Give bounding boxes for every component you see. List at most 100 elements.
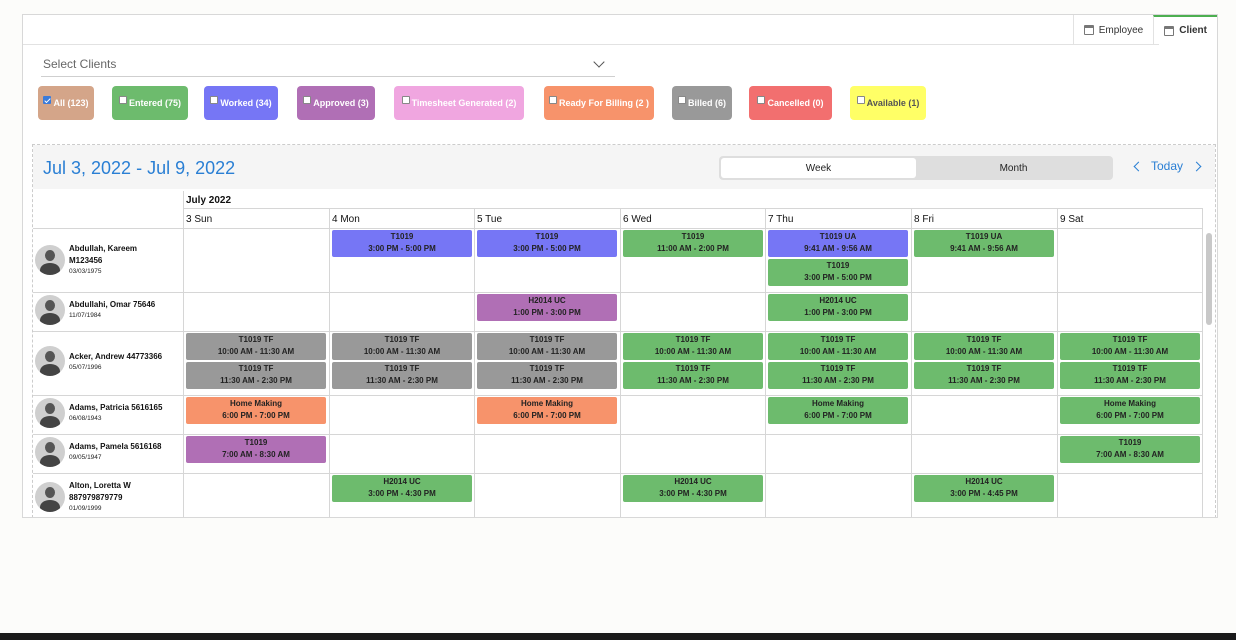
filter-label: Approved (3) — [313, 98, 369, 108]
event-time: 11:30 AM - 2:30 PM — [657, 376, 729, 385]
schedule-event[interactable]: T1019 TF 10:00 AM - 11:30 AM — [332, 333, 472, 360]
event-time: 3:00 PM - 4:30 PM — [368, 489, 436, 498]
month-view-button[interactable]: Month — [916, 158, 1111, 178]
avatar — [35, 346, 65, 376]
event-code: T1019 — [244, 438, 268, 447]
schedule-event[interactable]: T1019 TF 11:30 AM - 2:30 PM — [477, 362, 617, 389]
event-time: 11:30 AM - 2:30 PM — [220, 376, 292, 385]
day-header: 8 Fri — [914, 214, 934, 225]
schedule-event[interactable]: Home Making 6:00 PM - 7:00 PM — [186, 397, 326, 424]
client-row-header[interactable]: Alton, Loretta W 887979879779 01/09/1999 — [35, 480, 180, 513]
event-code: T1019 TF — [966, 335, 1002, 344]
schedule-event[interactable]: T1019 TF 10:00 AM - 11:30 AM — [1060, 333, 1200, 360]
client-row-header[interactable]: Abdullah, Kareem M123456 03/03/1975 — [35, 243, 180, 276]
schedule-event[interactable]: T1019 TF 10:00 AM - 11:30 AM — [768, 333, 908, 360]
schedule-event[interactable]: T1019 7:00 AM - 8:30 AM — [186, 436, 326, 463]
schedule-event[interactable]: T1019 TF 11:30 AM - 2:30 PM — [768, 362, 908, 389]
grid-column-line — [620, 208, 621, 517]
event-time: 3:00 PM - 5:00 PM — [368, 244, 436, 253]
day-header: 6 Wed — [623, 214, 652, 225]
previous-week-icon[interactable] — [1133, 161, 1144, 172]
grid-scrollbar[interactable] — [1206, 233, 1212, 325]
schedule-event[interactable]: Home Making 6:00 PM - 7:00 PM — [1060, 397, 1200, 424]
schedule-event[interactable]: T1019 TF 11:30 AM - 2:30 PM — [1060, 362, 1200, 389]
event-time: 10:00 AM - 11:30 AM — [217, 347, 295, 356]
filter-checkbox[interactable] — [856, 96, 865, 104]
schedule-event[interactable]: T1019 TF 10:00 AM - 11:30 AM — [623, 333, 763, 360]
filter-timesheet[interactable]: Timesheet Generated (2) — [394, 86, 524, 120]
schedule-event[interactable]: T1019 TF 10:00 AM - 11:30 AM — [186, 333, 326, 360]
calendar: Jul 3, 2022 - Jul 9, 2022 Week Month Tod… — [32, 144, 1216, 517]
schedule-event[interactable]: T1019 11:00 AM - 2:00 PM — [623, 230, 763, 257]
filter-approved[interactable]: Approved (3) — [297, 86, 375, 120]
event-code: T1019 TF — [1112, 364, 1148, 373]
event-code: T1019 TF — [820, 364, 856, 373]
filter-checkbox[interactable] — [118, 96, 127, 104]
tab-employee[interactable]: Employee — [1072, 15, 1153, 45]
client-info: Adams, Patricia 5616165 06/08/1943 — [69, 402, 162, 423]
event-time: 11:30 AM - 2:30 PM — [511, 376, 583, 385]
schedule-event[interactable]: H2014 UC 3:00 PM - 4:30 PM — [623, 475, 763, 502]
schedule-event[interactable]: Home Making 6:00 PM - 7:00 PM — [477, 397, 617, 424]
client-info: Abdullah, Kareem M123456 03/03/1975 — [69, 243, 137, 276]
client-row-header[interactable]: Adams, Pamela 5616168 09/05/1947 — [35, 436, 180, 467]
filter-entered[interactable]: Entered (75) — [112, 86, 188, 120]
event-time: 6:00 PM - 7:00 PM — [513, 411, 581, 420]
schedule-event[interactable]: T1019 3:00 PM - 5:00 PM — [477, 230, 617, 257]
day-header: 3 Sun — [186, 214, 213, 225]
next-week-icon[interactable] — [1191, 161, 1202, 172]
event-time: 3:00 PM - 4:45 PM — [950, 489, 1018, 498]
filter-checkbox[interactable] — [677, 96, 686, 104]
tab-client[interactable]: Client — [1153, 15, 1217, 45]
schedule-event[interactable]: Home Making 6:00 PM - 7:00 PM — [768, 397, 908, 424]
client-row-header[interactable]: Acker, Andrew 44773366 05/07/1996 — [35, 346, 180, 376]
client-dob: 09/05/1947 — [69, 454, 102, 461]
filter-worked[interactable]: Worked (34) — [204, 86, 278, 120]
filter-cancelled[interactable]: Cancelled (0) — [749, 86, 832, 120]
schedule-event[interactable]: H2014 UC 1:00 PM - 3:00 PM — [477, 294, 617, 321]
filter-ready[interactable]: Ready For Billing (2 ) — [544, 86, 654, 120]
event-time: 6:00 PM - 7:00 PM — [804, 411, 872, 420]
event-time: 1:00 PM - 3:00 PM — [804, 308, 872, 317]
filter-checkbox[interactable] — [548, 96, 557, 104]
filter-available[interactable]: Available (1) — [850, 86, 926, 120]
schedule-event[interactable]: T1019 3:00 PM - 5:00 PM — [332, 230, 472, 257]
grid-row-line — [183, 208, 1202, 209]
schedule-event[interactable]: H2014 UC 3:00 PM - 4:45 PM — [914, 475, 1054, 502]
schedule-event[interactable]: T1019 TF 10:00 AM - 11:30 AM — [477, 333, 617, 360]
filter-checkbox[interactable] — [757, 96, 766, 104]
today-button[interactable]: Today — [1151, 159, 1183, 173]
filter-all[interactable]: All (123) — [38, 86, 94, 120]
schedule-event[interactable]: T1019 TF 11:30 AM - 2:30 PM — [332, 362, 472, 389]
event-code: T1019 TF — [966, 364, 1002, 373]
schedule-event[interactable]: T1019 7:00 AM - 8:30 AM — [1060, 436, 1200, 463]
event-time: 10:00 AM - 11:30 AM — [1091, 347, 1169, 356]
avatar — [35, 294, 65, 325]
schedule-event[interactable]: T1019 3:00 PM - 5:00 PM — [768, 259, 908, 286]
schedule-event[interactable]: T1019 UA 9:41 AM - 9:56 AM — [768, 230, 908, 257]
event-code: T1019 UA — [819, 232, 857, 241]
schedule-event[interactable]: T1019 TF 11:30 AM - 2:30 PM — [914, 362, 1054, 389]
filter-checkbox[interactable] — [401, 96, 410, 104]
schedule-event[interactable]: T1019 TF 10:00 AM - 11:30 AM — [914, 333, 1054, 360]
client-row-header[interactable]: Abdullahi, Omar 75646 11/07/1984 — [35, 294, 180, 325]
schedule-event[interactable]: T1019 UA 9:41 AM - 9:56 AM — [914, 230, 1054, 257]
tabs-divider — [23, 44, 1159, 45]
client-row-header[interactable]: Adams, Patricia 5616165 06/08/1943 — [35, 397, 180, 428]
event-time: 10:00 AM - 11:30 AM — [508, 347, 586, 356]
week-view-button[interactable]: Week — [721, 158, 916, 178]
filter-checkbox[interactable] — [210, 96, 219, 104]
event-time: 9:41 AM - 9:56 AM — [804, 244, 872, 253]
filter-billed[interactable]: Billed (6) — [672, 86, 732, 120]
filter-checkbox[interactable] — [43, 96, 52, 104]
filter-checkbox[interactable] — [303, 96, 312, 104]
schedule-event[interactable]: H2014 UC 3:00 PM - 4:30 PM — [332, 475, 472, 502]
avatar — [35, 436, 65, 467]
select-clients-dropdown[interactable]: Select Clients — [41, 51, 615, 77]
schedule-event[interactable]: T1019 TF 11:30 AM - 2:30 PM — [186, 362, 326, 389]
schedule-event[interactable]: T1019 TF 11:30 AM - 2:30 PM — [623, 362, 763, 389]
event-code: T1019 TF — [675, 335, 711, 344]
view-tabs: Employee Client — [1072, 15, 1217, 45]
event-code: T1019 — [826, 261, 850, 270]
schedule-event[interactable]: H2014 UC 1:00 PM - 3:00 PM — [768, 294, 908, 321]
